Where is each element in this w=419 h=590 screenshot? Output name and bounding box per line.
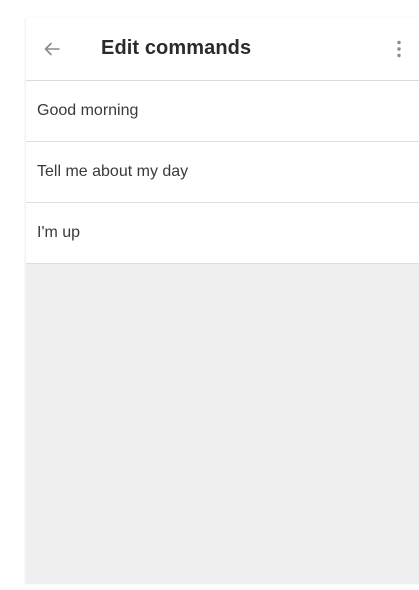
edit-commands-screen: Edit commands Good morning Tell me about… [26, 18, 419, 584]
commands-list: Good morning Tell me about my day I'm up [26, 81, 419, 264]
back-button[interactable] [34, 31, 70, 67]
app-bar: Edit commands [26, 18, 419, 81]
arrow-left-icon [44, 42, 60, 56]
command-label: Tell me about my day [37, 163, 189, 180]
command-item-tell-me-about-my-day[interactable]: Tell me about my day [26, 142, 419, 203]
phone-frame: Edit commands Good morning Tell me about… [0, 0, 419, 590]
command-item-good-morning[interactable]: Good morning [26, 81, 419, 142]
more-vert-icon [397, 40, 401, 58]
page-title: Edit commands [101, 37, 252, 59]
command-item-im-up[interactable]: I'm up [26, 203, 419, 264]
command-label: I'm up [37, 224, 81, 241]
command-label: Good morning [37, 102, 139, 119]
more-options-button[interactable] [381, 31, 417, 67]
